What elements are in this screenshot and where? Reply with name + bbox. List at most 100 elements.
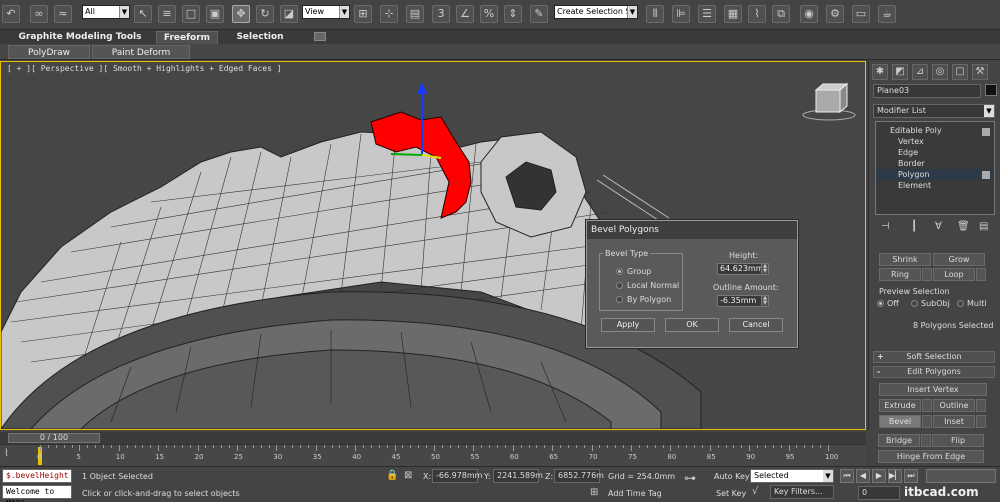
angle-snap-icon[interactable]: ∠ — [456, 5, 474, 23]
undo-icon[interactable]: ↶ — [2, 5, 20, 23]
gizmo-y-axis[interactable] — [390, 153, 423, 156]
key-filters-button[interactable]: Key Filters... — [770, 485, 834, 499]
link-icon[interactable]: ∞ — [30, 5, 48, 23]
ring-button[interactable]: Ring — [879, 268, 921, 281]
hinge-from-edge-button[interactable]: Hinge From Edge — [878, 450, 984, 463]
maxscript-output-field[interactable]: Welcome to MAX! — [2, 485, 72, 502]
time-tag-icon[interactable]: ⊞ — [590, 487, 598, 498]
mirror-icon[interactable]: ⫴ — [646, 5, 664, 23]
named-selection-dropdown[interactable]: Create Selection Se ▼ — [554, 5, 638, 19]
render-production-icon[interactable]: ☕ — [878, 5, 896, 23]
radio-group[interactable] — [616, 268, 623, 275]
next-frame-icon[interactable]: ▶▏ — [888, 469, 902, 483]
radio-local-normal[interactable] — [616, 282, 623, 289]
stack-item-edge[interactable]: Edge — [876, 147, 994, 158]
utilities-tab-icon[interactable]: ⚒ — [972, 64, 988, 80]
outline-button[interactable]: Outline — [933, 399, 975, 412]
curve-editor-icon[interactable]: ⌇ — [748, 5, 766, 23]
ribbon-minimize-button[interactable] — [314, 32, 326, 41]
tab-freeform[interactable]: Freeform — [156, 31, 218, 44]
graphite-toggle-icon[interactable]: ▦ — [724, 5, 742, 23]
snap-3-icon[interactable]: 3 — [432, 5, 450, 23]
prev-frame-icon[interactable]: ◀ — [856, 469, 870, 483]
selection-filter-dropdown[interactable]: All ▼ — [82, 5, 130, 19]
outline-amount-spinner[interactable]: -6.35mm ▲ ▼ — [717, 295, 769, 307]
extrude-settings-button[interactable] — [922, 399, 932, 412]
auto-key-button[interactable]: Auto Key — [714, 472, 750, 481]
radio-preview-subobj[interactable] — [911, 300, 918, 307]
rendered-frame-icon[interactable]: ▭ — [852, 5, 870, 23]
current-frame-field[interactable]: 0 — [858, 486, 900, 500]
select-by-name-icon[interactable]: ≡ — [158, 5, 176, 23]
cancel-button[interactable]: Cancel — [729, 318, 783, 332]
extrude-button[interactable]: Extrude — [879, 399, 921, 412]
viewport-label[interactable]: [ + ][ Perspective ][ Smooth + Highlight… — [7, 64, 282, 73]
motion-tab-icon[interactable]: ◎ — [932, 64, 948, 80]
maxscript-listener-field[interactable]: $.bevelHeight : — [2, 469, 72, 492]
remove-modifier-icon[interactable]: 🗑 — [957, 221, 970, 232]
play-icon[interactable]: ▶ — [872, 469, 886, 483]
stack-item-element[interactable]: Element — [876, 180, 994, 191]
curve-icon[interactable]: √ — [752, 486, 758, 497]
material-editor-icon[interactable]: ◉ — [800, 5, 818, 23]
edit-polygons-rollout[interactable]: - Edit Polygons — [873, 366, 995, 378]
set-key-button[interactable]: Set Key — [716, 489, 746, 498]
create-tab-icon[interactable]: ✱ — [872, 64, 888, 80]
schematic-view-icon[interactable]: ⧉ — [772, 5, 790, 23]
tab-graphite-modeling-tools[interactable]: Graphite Modeling Tools — [6, 31, 154, 44]
light-bulb-icon[interactable] — [982, 128, 990, 136]
pin-stack-icon[interactable]: ⊣ — [881, 221, 890, 232]
modifier-list-dropdown[interactable]: Modifier List ▼ — [873, 104, 995, 118]
radio-preview-multi[interactable] — [957, 300, 964, 307]
radio-by-polygon[interactable] — [616, 296, 623, 303]
object-color-swatch[interactable] — [985, 84, 997, 96]
spinner-snap-icon[interactable]: ⇕ — [504, 5, 522, 23]
paint-deform-panel-button[interactable]: Paint Deform — [92, 45, 190, 59]
pivot-center-icon[interactable]: ⊞ — [354, 5, 372, 23]
height-spinner[interactable]: 64.623mm ▲ ▼ — [717, 263, 769, 275]
gizmo-z-arrow[interactable] — [417, 82, 427, 94]
y-coordinate-field[interactable]: 2241.589m — [493, 469, 543, 483]
time-slider-thumb[interactable]: 0 / 100 — [8, 433, 100, 443]
key-mode-dropdown[interactable]: Selected ▼ — [750, 469, 834, 483]
insert-vertex-button[interactable]: Insert Vertex — [879, 383, 987, 396]
time-slider[interactable]: 0 / 100 — [0, 432, 866, 444]
object-name-field[interactable]: Plane03 — [873, 84, 981, 98]
bridge-button[interactable]: Bridge — [878, 434, 920, 447]
inset-settings-button[interactable] — [976, 415, 986, 428]
move-icon[interactable]: ✥ — [232, 5, 250, 23]
percent-snap-icon[interactable]: % — [480, 5, 498, 23]
bevel-settings-button[interactable] — [922, 415, 932, 428]
spinner-arrows-icon[interactable]: ▲ ▼ — [761, 296, 768, 306]
ring-spinner[interactable] — [922, 268, 932, 281]
loop-spinner[interactable] — [976, 268, 986, 281]
hierarchy-tab-icon[interactable]: ⊿ — [912, 64, 928, 80]
stack-item-editable-poly[interactable]: Editable Poly — [876, 125, 994, 136]
absolute-mode-icon[interactable]: ⊠ — [404, 470, 412, 481]
ok-button[interactable]: OK — [665, 318, 719, 332]
keyboard-shortcut-icon[interactable]: ▤ — [406, 5, 424, 23]
dialog-title[interactable]: Bevel Polygons — [587, 221, 797, 239]
edit-named-selections-icon[interactable]: ✎ — [530, 5, 548, 23]
display-tab-icon[interactable]: ▢ — [952, 64, 968, 80]
polydraw-panel-button[interactable]: PolyDraw — [8, 45, 90, 59]
bind-spacewarp-icon[interactable]: ≈ — [54, 5, 72, 23]
open-mini-curve-editor-icon[interactable]: ⌇ — [4, 448, 9, 459]
flip-button[interactable]: Flip — [932, 434, 984, 447]
z-coordinate-field[interactable]: 6852.776m — [554, 469, 604, 483]
add-time-tag-button[interactable]: Add Time Tag — [608, 489, 662, 498]
viewcube[interactable] — [802, 82, 856, 121]
stack-item-border[interactable]: Border — [876, 158, 994, 169]
reference-coord-dropdown[interactable]: View ▼ — [302, 5, 350, 19]
outline-settings-button[interactable] — [976, 399, 986, 412]
stack-item-polygon[interactable]: Polygon — [876, 169, 994, 180]
configure-sets-icon[interactable]: ▤ — [979, 221, 988, 232]
scale-icon[interactable]: ◪ — [280, 5, 298, 23]
loop-button[interactable]: Loop — [933, 268, 975, 281]
tab-selection[interactable]: Selection — [226, 31, 294, 44]
make-unique-icon[interactable]: ∀ — [935, 221, 942, 232]
bridge-settings-button[interactable] — [921, 434, 931, 447]
key-icon[interactable]: ⊶ — [684, 471, 696, 485]
goto-end-icon[interactable]: ⏭ — [904, 469, 918, 483]
shrink-button[interactable]: Shrink — [879, 253, 931, 266]
